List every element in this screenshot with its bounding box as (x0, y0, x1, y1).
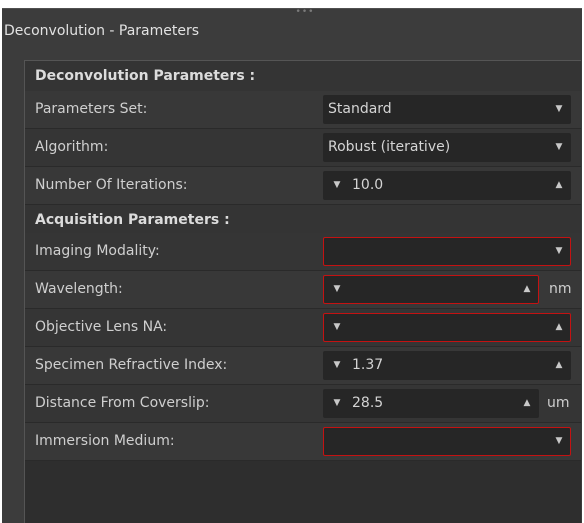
imaging-modality-row: Imaging Modality: ▼ (25, 233, 581, 271)
distance-coverslip-row: Distance From Coverslip: ▼ 28.5 ▲ um (25, 385, 581, 423)
decrement-arrow-icon[interactable]: ▼ (330, 172, 344, 199)
algorithm-row: Algorithm: Robust (iterative) ▼ (25, 129, 581, 167)
wavelength-spinbox[interactable]: ▼ ▲ (323, 275, 539, 304)
chevron-down-icon: ▼ (555, 104, 563, 114)
decrement-arrow-icon[interactable]: ▼ (330, 276, 344, 303)
distance-coverslip-value: 28.5 (352, 395, 384, 411)
increment-arrow-icon[interactable]: ▲ (552, 352, 566, 379)
immersion-medium-row: Immersion Medium: ▼ (25, 423, 581, 461)
parameters-panel: Deconvolution Parameters : Parameters Se… (24, 60, 581, 523)
increment-arrow-icon[interactable]: ▲ (520, 390, 534, 417)
increment-arrow-icon[interactable]: ▲ (552, 314, 566, 341)
imaging-modality-dropdown[interactable]: ▼ (323, 237, 571, 266)
algorithm-value: Robust (iterative) (328, 139, 451, 155)
objective-na-label: Objective Lens NA: (35, 319, 168, 335)
wavelength-label: Wavelength: (35, 281, 123, 297)
decrement-arrow-icon[interactable]: ▼ (330, 390, 344, 417)
specimen-ri-label: Specimen Refractive Index: (35, 357, 228, 373)
increment-arrow-icon[interactable]: ▲ (520, 276, 534, 303)
drag-grip-icon[interactable]: ••• (290, 8, 320, 17)
decrement-arrow-icon[interactable]: ▼ (330, 352, 344, 379)
imaging-modality-label: Imaging Modality: (35, 243, 160, 259)
specimen-ri-spinbox[interactable]: ▼ 1.37 ▲ (323, 351, 571, 380)
specimen-ri-row: Specimen Refractive Index: ▼ 1.37 ▲ (25, 347, 581, 385)
acquisition-section-title: Acquisition Parameters : (35, 212, 230, 228)
algorithm-dropdown[interactable]: Robust (iterative) ▼ (323, 133, 571, 162)
distance-coverslip-spinbox[interactable]: ▼ 28.5 ▲ (323, 389, 539, 418)
acquisition-section-header: Acquisition Parameters : (25, 205, 581, 233)
specimen-ri-value: 1.37 (352, 357, 384, 373)
algorithm-label: Algorithm: (35, 139, 109, 155)
objective-na-row: Objective Lens NA: ▼ ▲ (25, 309, 581, 347)
parameters-set-dropdown[interactable]: Standard ▼ (323, 95, 571, 124)
parameters-set-value: Standard (328, 101, 392, 117)
objective-na-spinbox[interactable]: ▼ ▲ (323, 313, 571, 342)
parameters-set-label: Parameters Set: (35, 101, 148, 117)
chevron-down-icon: ▼ (555, 142, 563, 152)
parameters-set-row: Parameters Set: Standard ▼ (25, 91, 581, 129)
immersion-medium-dropdown[interactable]: ▼ (323, 427, 571, 456)
distance-coverslip-label: Distance From Coverslip: (35, 395, 210, 411)
iterations-row: Number Of Iterations: ▼ 10.0 ▲ (25, 167, 581, 205)
increment-arrow-icon[interactable]: ▲ (552, 172, 566, 199)
wavelength-unit: nm (549, 281, 572, 297)
iterations-value: 10.0 (352, 177, 384, 193)
iterations-spinbox[interactable]: ▼ 10.0 ▲ (323, 171, 571, 200)
decrement-arrow-icon[interactable]: ▼ (330, 314, 344, 341)
chevron-down-icon: ▼ (555, 436, 563, 446)
deconvolution-section-header: Deconvolution Parameters : (25, 61, 581, 91)
deconvolution-section-title: Deconvolution Parameters : (35, 68, 256, 84)
immersion-medium-label: Immersion Medium: (35, 433, 175, 449)
distance-unit: um (547, 395, 570, 411)
iterations-label: Number Of Iterations: (35, 177, 188, 193)
wavelength-row: Wavelength: ▼ ▲ nm (25, 271, 581, 309)
window-title: Deconvolution - Parameters (4, 23, 200, 39)
chevron-down-icon: ▼ (555, 246, 563, 256)
